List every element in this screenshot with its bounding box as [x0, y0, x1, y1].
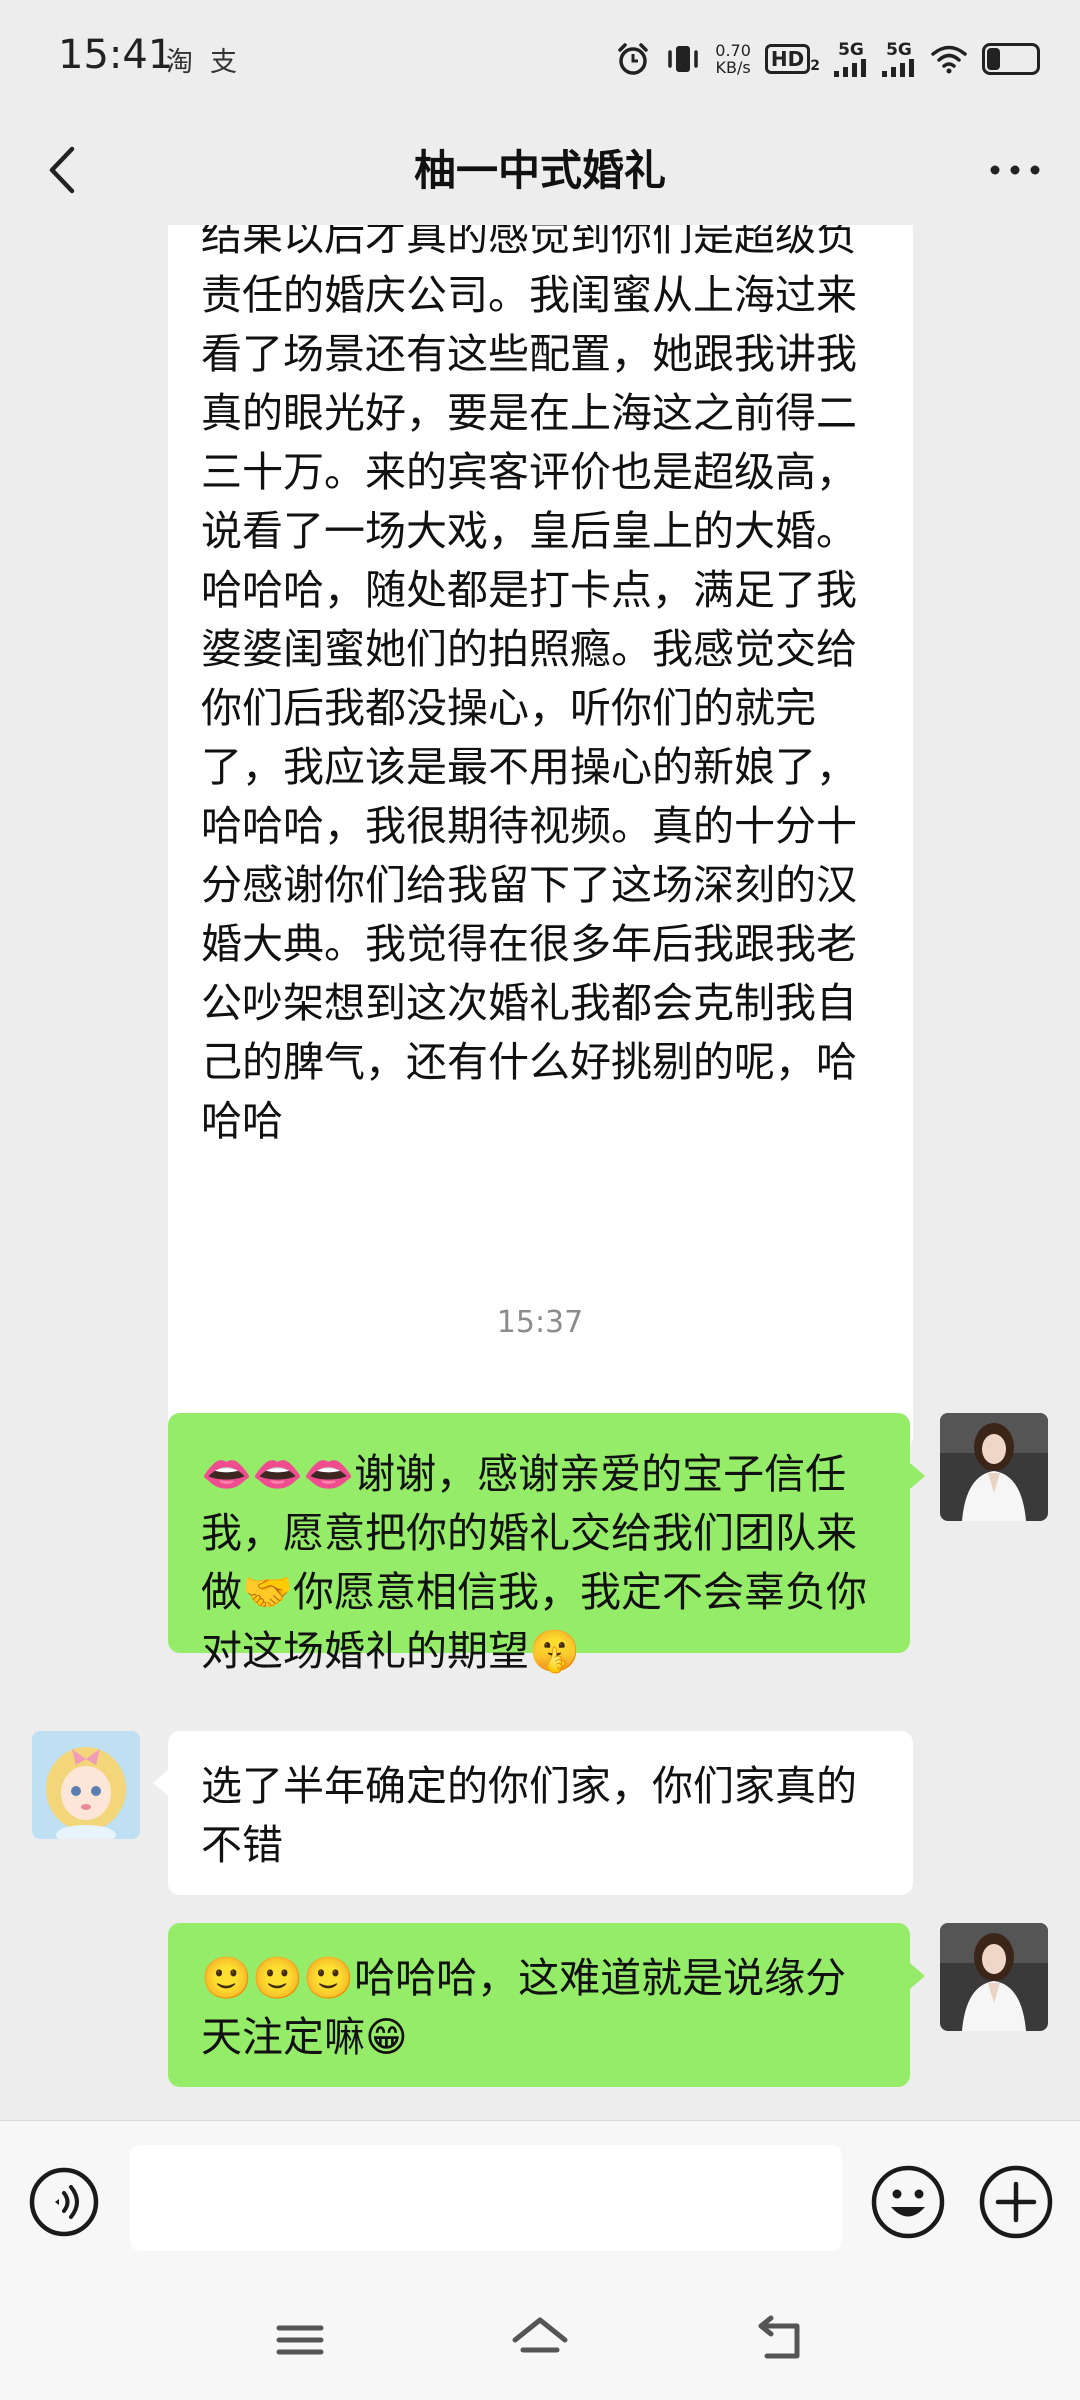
message-bubble-sent[interactable]: 🙂🙂🙂哈哈哈，这难道就是说缘分天注定嘛😁: [168, 1923, 910, 2087]
chat-messages[interactable]: 结果以后才真的感觉到你们是超级负责任的婚庆公司。我闺蜜从上海过来看了场景还有这些…: [0, 225, 1080, 2120]
alipay-notification-icon: 支: [210, 47, 237, 78]
status-icons: 0.70 KB/s HD 2 5G 5G: [615, 34, 1040, 84]
avatar-photo-woman-white-suit: [940, 1413, 1048, 1521]
hd-sub: 2: [810, 58, 820, 74]
emoji-button[interactable]: [870, 2164, 946, 2240]
message-bubble-sent[interactable]: 👄👄👄谢谢，感谢亲爱的宝子信任我，愿意把你的婚礼交给我们团队来做🤝你愿意相信我，…: [168, 1413, 910, 1675]
voice-button[interactable]: [28, 2166, 100, 2238]
message-timestamp: 15:37: [496, 1305, 584, 1340]
message-bubble-received[interactable]: 选了半年确定的你们家，你们家真的不错: [168, 1731, 913, 1895]
taobao-notification-icon: 淘: [166, 47, 193, 78]
system-nav-bar: [0, 2280, 1080, 2400]
more-dots-icon: [990, 165, 1040, 175]
signal-icon: [882, 59, 914, 77]
sim1-label: 5G: [838, 40, 864, 60]
battery-fill: [987, 48, 1001, 70]
signal-icon: [834, 59, 866, 77]
alarm-icon: [618, 43, 649, 75]
network-speed: 0.70 KB/s: [715, 42, 751, 76]
status-bar: 15:41 淘 支 0.70 KB/s HD 2 5G 5G: [0, 0, 1080, 115]
speed-unit: KB/s: [715, 58, 751, 77]
recent-apps-button[interactable]: [265, 2310, 335, 2370]
hd-badge: HD: [764, 44, 811, 74]
avatar-cartoon-girl: [32, 1731, 140, 1839]
sim2-signal: 5G: [882, 41, 916, 77]
speed-value: 0.70: [715, 41, 751, 60]
battery-icon: [982, 43, 1040, 75]
message-input[interactable]: [130, 2145, 842, 2251]
message-bubble-received[interactable]: 结果以后才真的感觉到你们是超级负责任的婚庆公司。我闺蜜从上海过来看了场景还有这些…: [168, 225, 913, 1449]
menu-icon: [276, 2325, 324, 2355]
plus-icon: [979, 2165, 1053, 2239]
sim2-label: 5G: [886, 40, 912, 60]
bubble-tail: [910, 1463, 925, 1489]
voice-icon: [29, 2167, 99, 2237]
emoji-icon: [871, 2165, 945, 2239]
sim1-signal: 5G: [834, 41, 868, 77]
home-icon: [512, 2317, 568, 2353]
chat-title: 柚一中式婚礼: [413, 146, 666, 195]
avatar-photo-woman-white-suit: [940, 1923, 1048, 2031]
bubble-tail: [910, 1963, 925, 1989]
chat-input-bar: [0, 2120, 1080, 2281]
wifi-icon: [931, 45, 967, 74]
chat-header: 柚一中式婚礼: [0, 115, 1080, 225]
self-avatar[interactable]: [940, 1413, 1048, 1521]
self-avatar[interactable]: [940, 1923, 1048, 2031]
bubble-tail: [153, 1770, 168, 1796]
system-back-button[interactable]: [745, 2310, 815, 2370]
back-icon: [758, 2315, 800, 2359]
vibrate-icon: [668, 46, 699, 72]
status-time: 15:41: [58, 32, 174, 78]
more-button[interactable]: [980, 135, 1050, 205]
more-functions-button[interactable]: [978, 2164, 1054, 2240]
home-button[interactable]: [505, 2310, 575, 2370]
contact-avatar[interactable]: [32, 1731, 140, 1839]
